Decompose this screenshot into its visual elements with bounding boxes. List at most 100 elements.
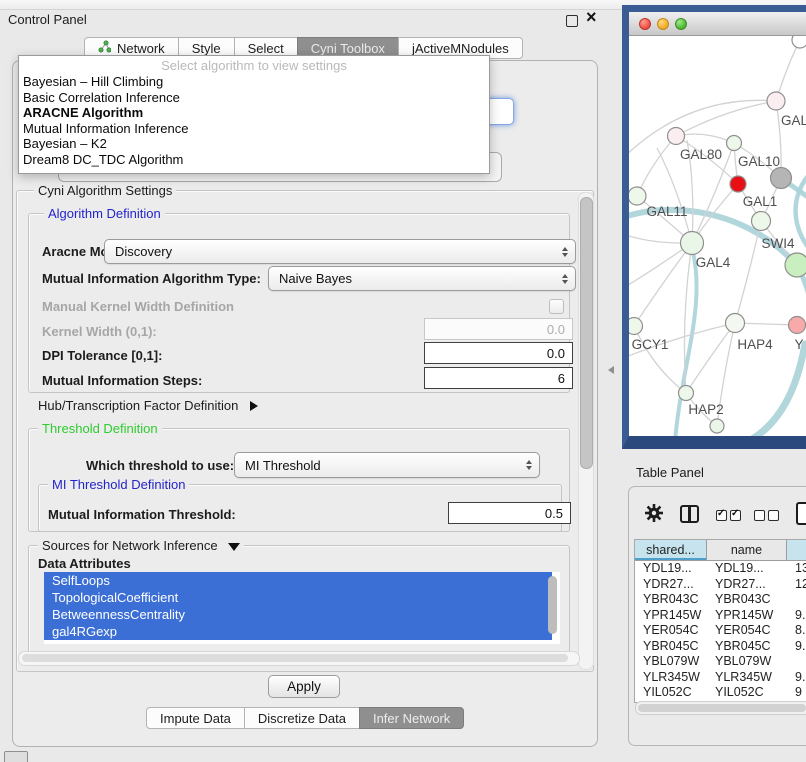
tab-discretize-data[interactable]: Discretize Data: [244, 707, 360, 729]
gear-icon[interactable]: [644, 503, 664, 526]
algorithm-option[interactable]: Mutual Information Inference: [19, 121, 489, 137]
node-label: GAL1: [743, 194, 778, 209]
apply-button[interactable]: Apply: [268, 675, 340, 698]
tab-infer-network[interactable]: Infer Network: [359, 707, 464, 729]
table-column-header[interactable]: [787, 540, 806, 561]
table-cell: [787, 592, 806, 608]
table-row[interactable]: YDR27...YDR27...12: [635, 577, 806, 593]
network-node-gal1[interactable]: [752, 212, 771, 231]
table-cell: YBR045C: [707, 639, 787, 655]
mi-threshold-input[interactable]: 0.5: [448, 502, 571, 524]
network-node-swi4[interactable]: [785, 253, 806, 277]
panel-collapse-arrow-icon[interactable]: [608, 366, 614, 374]
network-node[interactable]: [730, 176, 746, 192]
cyni-settings-group-title: Cyni Algorithm Settings: [34, 183, 176, 198]
network-node-gal11[interactable]: [629, 187, 646, 205]
settings-scrollbar-thumb[interactable]: [580, 197, 593, 469]
network-edge: [634, 243, 692, 326]
tab-impute-data[interactable]: Impute Data: [146, 707, 245, 729]
network-window-titlebar[interactable]: [629, 12, 806, 36]
table-cell: YPR145W: [635, 608, 707, 624]
table-row[interactable]: YER054CYER054C8.: [635, 623, 806, 639]
manual-kernel-label: Manual Kernel Width Definition: [42, 299, 234, 314]
minimize-traffic-light-icon[interactable]: [657, 18, 669, 30]
algorithm-option[interactable]: Bayesian – K2: [19, 136, 489, 152]
mi-algorithm-type-combobox[interactable]: Naive Bayes: [268, 266, 576, 291]
attributes-scrollbar-thumb[interactable]: [548, 576, 557, 634]
network-canvas[interactable]: GALGAL80GAL10GAL1GAL11SWI4GAL4GCY1HAP4YH…: [629, 36, 806, 437]
zoom-traffic-light-icon[interactable]: [675, 18, 687, 30]
table-row[interactable]: YPR145WYPR145W9.: [635, 608, 806, 624]
table-column-header[interactable]: shared...: [635, 540, 707, 561]
table-cell: 12: [787, 577, 806, 593]
data-attribute-item[interactable]: BetweennessCentrality: [44, 606, 552, 623]
network-node-hap4[interactable]: [726, 314, 745, 333]
close-icon[interactable]: ×: [586, 7, 597, 28]
sources-group-title[interactable]: Sources for Network Inference: [38, 538, 244, 553]
collapsed-arrow-icon[interactable]: [250, 401, 258, 411]
which-threshold-combobox[interactable]: MI Threshold: [234, 452, 540, 478]
network-icon: [98, 40, 111, 56]
settings-hscrollbar-thumb[interactable]: [22, 654, 568, 662]
network-node[interactable]: [771, 168, 792, 189]
float-panel-icon[interactable]: [566, 15, 578, 27]
show-all-columns-icon[interactable]: [716, 509, 744, 524]
hub-definition-section[interactable]: Hub/Transcription Factor Definition: [38, 398, 258, 413]
dropdown-placeholder: Select algorithm to view settings: [19, 58, 489, 74]
data-attribute-item[interactable]: SelfLoops: [44, 572, 552, 589]
algorithm-option[interactable]: ARACNE Algorithm: [19, 105, 489, 121]
network-node-gal80[interactable]: [668, 128, 685, 145]
table-row[interactable]: YBR043CYBR043C: [635, 592, 806, 608]
dpi-tolerance-value: 0.0: [547, 346, 565, 361]
tab-label: Cyni Toolbox: [311, 41, 385, 56]
algorithm-dropdown-popup: Select algorithm to view settings Bayesi…: [18, 55, 490, 174]
network-node-gal[interactable]: [767, 92, 785, 110]
table-row[interactable]: YDL19...YDL19...13: [635, 561, 806, 577]
table-row[interactable]: YLR345WYLR345W9.: [635, 670, 806, 686]
table-cell: YLR345W: [635, 670, 707, 686]
algorithm-option[interactable]: Basic Correlation Inference: [19, 90, 489, 106]
node-table: shared...name YDL19...YDL19...13YDR27...…: [634, 539, 806, 703]
network-node-hap2[interactable]: [679, 386, 694, 401]
table-row[interactable]: YBR045CYBR045C9.: [635, 639, 806, 655]
expanded-arrow-icon[interactable]: [228, 543, 240, 551]
hub-definition-label: Hub/Transcription Factor Definition: [38, 398, 238, 413]
close-traffic-light-icon[interactable]: [639, 18, 651, 30]
network-edge: [776, 40, 800, 101]
table-row[interactable]: YIL052CYIL052C9: [635, 685, 806, 701]
table-cell: YPR145W: [707, 608, 787, 624]
network-node[interactable]: [792, 36, 806, 48]
table-cell: [787, 654, 806, 670]
split-view-icon[interactable]: [680, 505, 699, 523]
table-cell: 9.: [787, 608, 806, 624]
node-label: GAL: [781, 113, 806, 128]
table-row[interactable]: YBL079WYBL079W: [635, 654, 806, 670]
dpi-tolerance-input[interactable]: 0.0: [424, 342, 573, 364]
mi-steps-input[interactable]: 6: [424, 367, 573, 389]
aracne-mode-combobox[interactable]: Discovery: [104, 239, 576, 264]
network-edge: [676, 101, 776, 136]
new-column-icon[interactable]: [796, 502, 806, 525]
data-attribute-item[interactable]: gal4RGexp: [44, 623, 552, 640]
network-node-gcy1[interactable]: [629, 318, 643, 335]
algorithm-option[interactable]: Bayesian – Hill Climbing: [19, 74, 489, 90]
algorithm-option[interactable]: Dream8 DC_TDC Algorithm: [19, 152, 489, 168]
network-node-gal4[interactable]: [681, 232, 704, 255]
restore-panel-icon[interactable]: [4, 751, 28, 762]
table-hscrollbar-track[interactable]: [635, 701, 806, 715]
network-node[interactable]: [710, 419, 724, 433]
data-attributes-list: SelfLoopsTopologicalCoefficientBetweenne…: [44, 572, 560, 644]
kernel-width-input[interactable]: 0.0: [424, 318, 573, 340]
table-column-header[interactable]: name: [707, 540, 787, 561]
kernel-width-label: Kernel Width (0,1):: [42, 324, 157, 339]
network-node-y[interactable]: [789, 317, 806, 334]
manual-kernel-checkbox[interactable]: [549, 299, 564, 314]
tab-label: Style: [192, 41, 221, 56]
hide-all-columns-icon[interactable]: [754, 509, 782, 524]
network-node-gal10[interactable]: [727, 136, 742, 151]
tab-label: Discretize Data: [258, 711, 346, 726]
table-hscrollbar-thumb[interactable]: [638, 704, 806, 712]
settings-hscrollbar-track[interactable]: [18, 651, 580, 666]
data-attribute-item[interactable]: TopologicalCoefficient: [44, 589, 552, 606]
table-cell: 13: [787, 561, 806, 577]
